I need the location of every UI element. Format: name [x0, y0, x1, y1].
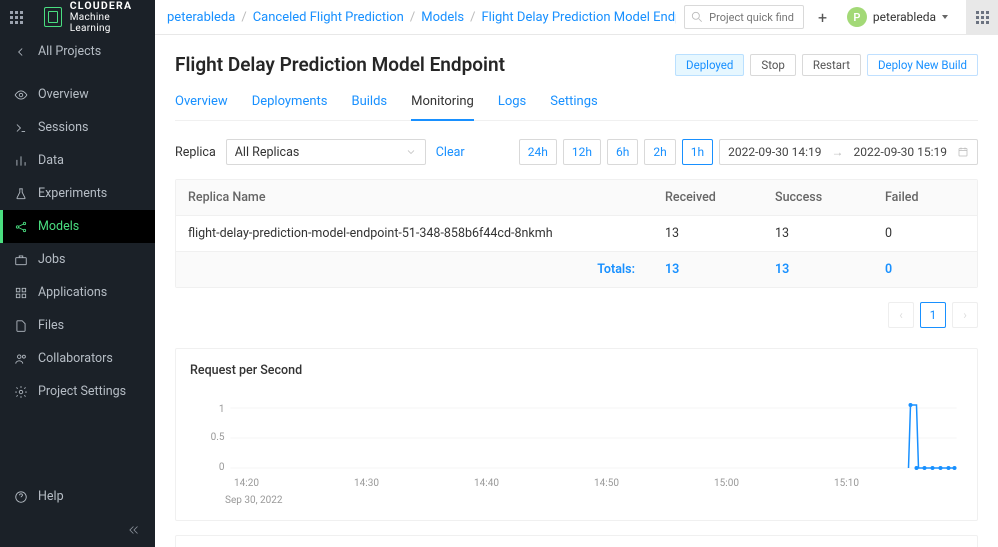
search-icon: [690, 10, 704, 24]
grid-icon: [10, 11, 23, 24]
apps-icon: [14, 286, 28, 300]
tab-deployments[interactable]: Deployments: [252, 94, 328, 120]
tab-overview[interactable]: Overview: [175, 94, 228, 120]
page-title: Flight Delay Prediction Model Endpoint: [175, 53, 505, 76]
pagination: ‹ 1 ›: [175, 302, 978, 328]
svg-text:1: 1: [219, 404, 225, 415]
terminal-icon: [14, 121, 28, 135]
collapse-sidebar-button[interactable]: [0, 513, 155, 547]
tabs: Overview Deployments Builds Monitoring L…: [175, 94, 978, 121]
tab-builds[interactable]: Builds: [352, 94, 388, 120]
sidebar-item-project-settings[interactable]: Project Settings: [0, 375, 155, 408]
add-button[interactable]: +: [812, 5, 833, 29]
flask-icon: [14, 187, 28, 201]
top-bar: CLOUDERAMachine Learning peterableda / C…: [0, 0, 998, 35]
timerange-12h[interactable]: 12h: [563, 139, 601, 165]
models-icon: [14, 220, 28, 234]
sidebar-back-all-projects[interactable]: All Projects: [0, 35, 155, 68]
table-totals: Totals: 13 13 0: [176, 251, 977, 287]
timerange-24h[interactable]: 24h: [519, 139, 557, 165]
svg-text:14:50: 14:50: [594, 478, 619, 489]
help-icon: [14, 490, 28, 504]
arrow-left-icon: [14, 45, 28, 59]
svg-text:14:20: 14:20: [234, 478, 259, 489]
svg-text:14:30: 14:30: [354, 478, 379, 489]
date-range-picker[interactable]: 2022-09-30 14:19 → 2022-09-30 15:19: [719, 139, 978, 165]
svg-text:0.5: 0.5: [211, 432, 225, 443]
chart-title: Request per Second: [190, 363, 963, 378]
breadcrumb-sep: /: [241, 10, 246, 25]
stop-button[interactable]: Stop: [750, 54, 796, 76]
eye-icon: [14, 88, 28, 102]
status-deployed-badge: Deployed: [675, 54, 744, 76]
sidebar-item-overview[interactable]: Overview: [0, 78, 155, 111]
tab-monitoring[interactable]: Monitoring: [411, 94, 474, 121]
svg-text:14:40: 14:40: [474, 478, 499, 489]
timerange-2h[interactable]: 2h: [644, 139, 675, 165]
timerange-1h[interactable]: 1h: [682, 139, 713, 165]
sidebar-item-jobs[interactable]: Jobs: [0, 243, 155, 276]
replica-select[interactable]: All Replicas: [226, 139, 426, 165]
chevron-double-left-icon: [127, 523, 141, 537]
timerange-6h[interactable]: 6h: [607, 139, 638, 165]
page-next-button[interactable]: ›: [952, 302, 978, 328]
sidebar-item-data[interactable]: Data: [0, 144, 155, 177]
avatar: P: [847, 7, 867, 27]
chart-x-date: Sep 30, 2022: [225, 495, 963, 506]
sidebar-item-files[interactable]: Files: [0, 309, 155, 342]
apps-grid-right[interactable]: [966, 0, 998, 35]
file-icon: [14, 319, 28, 333]
chart-rps: Request per Second 1 0.5 0 14:20 14:30 1…: [175, 348, 978, 521]
breadcrumb-row: peterableda / Canceled Flight Prediction…: [155, 5, 966, 29]
sidebar-item-sessions[interactable]: Sessions: [0, 111, 155, 144]
sidebar: All Projects Overview Sessions Data Expe…: [0, 35, 155, 547]
svg-text:15:10: 15:10: [834, 478, 859, 489]
cloudera-logo-icon: [44, 7, 62, 27]
sidebar-item-applications[interactable]: Applications: [0, 276, 155, 309]
apps-grid-left[interactable]: [0, 0, 32, 35]
rps-chart-svg: 1 0.5 0 14:20 14:30 14:40 14:50 15:00 15…: [190, 388, 963, 493]
sidebar-item-models[interactable]: Models: [0, 210, 155, 243]
replica-table: Replica Name Received Success Failed fli…: [175, 179, 978, 288]
user-name: peterableda: [873, 10, 936, 24]
calendar-icon: [957, 146, 969, 158]
gear-icon: [14, 385, 28, 399]
main-content: Flight Delay Prediction Model Endpoint D…: [155, 35, 998, 547]
tab-settings[interactable]: Settings: [550, 94, 597, 120]
brand-block[interactable]: CLOUDERAMachine Learning: [32, 0, 155, 35]
breadcrumb: peterableda / Canceled Flight Prediction…: [167, 10, 676, 25]
filter-row: Replica All Replicas Clear 24h 12h 6h 2h…: [175, 139, 978, 165]
breadcrumb-link[interactable]: Models: [421, 10, 464, 25]
restart-button[interactable]: Restart: [802, 54, 861, 76]
table-header: Replica Name Received Success Failed: [176, 180, 977, 215]
sidebar-item-collaborators[interactable]: Collaborators: [0, 342, 155, 375]
deploy-new-build-button[interactable]: Deploy New Build: [867, 54, 978, 76]
tab-logs[interactable]: Logs: [498, 94, 526, 120]
svg-text:15:00: 15:00: [714, 478, 739, 489]
chevron-down-icon: [405, 146, 417, 158]
breadcrumb-link[interactable]: Flight Delay Prediction Model Endpoint: [481, 10, 676, 25]
brand-text: CLOUDERAMachine Learning: [70, 0, 143, 34]
clear-filter-link[interactable]: Clear: [436, 145, 465, 160]
svg-text:0: 0: [219, 462, 225, 473]
page-actions: Deployed Stop Restart Deploy New Build: [675, 54, 978, 76]
sidebar-item-experiments[interactable]: Experiments: [0, 177, 155, 210]
replica-filter-label: Replica: [175, 145, 216, 160]
breadcrumb-link[interactable]: Canceled Flight Prediction: [253, 10, 404, 25]
briefcase-icon: [14, 253, 28, 267]
page-number-button[interactable]: 1: [920, 302, 946, 328]
arrow-right-icon: →: [832, 145, 844, 159]
grid-icon: [976, 11, 989, 24]
chart-nreq: Number of Requests: [175, 535, 978, 547]
breadcrumb-link[interactable]: peterableda: [167, 10, 235, 25]
bar-chart-icon: [14, 154, 28, 168]
users-icon: [14, 352, 28, 366]
sidebar-item-help[interactable]: Help: [0, 480, 155, 513]
page-prev-button[interactable]: ‹: [888, 302, 914, 328]
table-row[interactable]: flight-delay-prediction-model-endpoint-5…: [176, 215, 977, 251]
user-menu[interactable]: P peterableda: [841, 7, 954, 27]
quick-find-wrap: [684, 5, 804, 29]
chevron-down-icon: [942, 15, 948, 19]
